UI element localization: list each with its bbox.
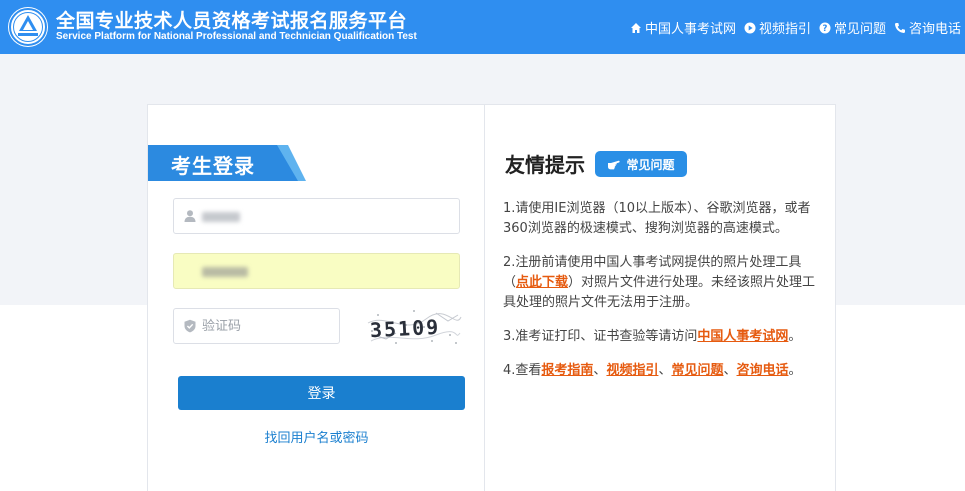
tip-text: 。	[788, 363, 802, 378]
top-header: 全国专业技术人员资格考试报名服务平台 Service Platform for …	[0, 0, 965, 54]
nav-item-faq[interactable]: ? 常见问题	[819, 18, 886, 37]
password-field[interactable]	[173, 253, 460, 289]
captcha-field[interactable]	[173, 308, 340, 344]
tip-text: 。	[788, 329, 802, 344]
username-input[interactable]	[202, 206, 452, 226]
nav-item-label: 常见问题	[833, 22, 886, 37]
separator: 、	[723, 363, 737, 378]
exam-guide-link[interactable]: 报考指南	[541, 363, 593, 378]
phone-icon	[894, 22, 905, 33]
tip-item: 2.注册前请使用中国人事考试网提供的照片处理工具（点此下载）对照片文件进行处理。…	[503, 253, 825, 313]
top-nav: 中国人事考试网 视频指引 ? 常见问题 咨询电话	[630, 18, 961, 37]
tip-item: 3.准考证打印、证书查验等请访问中国人事考试网。	[503, 327, 825, 347]
user-icon	[184, 210, 196, 222]
nav-item-cpta-site[interactable]: 中国人事考试网	[630, 18, 736, 37]
login-title: 考生登录	[171, 154, 255, 178]
separator: 、	[593, 363, 607, 378]
nav-item-label: 中国人事考试网	[644, 22, 736, 37]
video-guide-link[interactable]: 视频指引	[606, 363, 658, 378]
captcha-text: 35109	[369, 315, 440, 343]
faq-badge-label: 常见问题	[626, 157, 675, 172]
tips-title: 友情提示	[505, 153, 585, 177]
nav-item-hotline[interactable]: 咨询电话	[894, 18, 961, 37]
tip-text: 4.查看	[503, 363, 542, 378]
nav-item-label: 视频指引	[758, 22, 811, 37]
tip-text: 1.请使用IE浏览器（10以上版本）、谷歌浏览器，或者360浏览器的极速模式、搜…	[503, 201, 811, 236]
tips-list: 1.请使用IE浏览器（10以上版本）、谷歌浏览器，或者360浏览器的极速模式、搜…	[503, 199, 825, 395]
tips-panel: 友情提示 常见问题 1.请使用IE浏览器（10以上版本）、谷歌浏览器，或者360…	[485, 105, 837, 491]
download-tool-link[interactable]: 点此下载	[516, 275, 568, 290]
login-panel: 考生登录 验证码 35109 登录 找回用户名或密码	[148, 105, 485, 491]
question-icon: ?	[819, 22, 831, 34]
faq-badge-button[interactable]: 常见问题	[595, 151, 687, 177]
tip-item: 4.查看报考指南、视频指引、常见问题、咨询电话。	[503, 361, 825, 381]
cpta-site-link[interactable]: 中国人事考试网	[697, 329, 788, 344]
platform-title: 全国专业技术人员资格考试报名服务平台	[56, 10, 408, 32]
tip-text: 3.准考证打印、证书查验等请访问	[503, 329, 698, 344]
play-icon	[744, 22, 756, 33]
login-title-banner: 考生登录	[148, 145, 306, 181]
captcha-input[interactable]	[202, 316, 332, 336]
shield-icon	[184, 319, 196, 333]
separator: 、	[658, 363, 672, 378]
platform-subtitle: Service Platform for National Profession…	[56, 31, 417, 42]
platform-logo-icon	[8, 7, 48, 47]
login-button[interactable]: 登录	[178, 376, 465, 410]
pointing-hand-icon	[608, 160, 621, 170]
hotline-link[interactable]: 咨询电话	[737, 363, 789, 378]
home-icon	[630, 22, 641, 33]
svg-text:?: ?	[823, 24, 828, 34]
nav-item-label: 咨询电话	[908, 22, 961, 37]
forgot-credentials-link[interactable]: 找回用户名或密码	[148, 427, 485, 446]
nav-item-video-guide[interactable]: 视频指引	[744, 18, 811, 37]
tip-item: 1.请使用IE浏览器（10以上版本）、谷歌浏览器，或者360浏览器的极速模式、搜…	[503, 199, 825, 239]
login-card: 考生登录 验证码 35109 登录 找回用户名或密码 友情提示 常见问题 1.请…	[147, 104, 836, 491]
faq-link[interactable]: 常见问题	[671, 363, 723, 378]
password-input[interactable]	[202, 261, 452, 281]
captcha-image[interactable]: 35109	[366, 305, 462, 347]
username-field[interactable]	[173, 198, 460, 234]
